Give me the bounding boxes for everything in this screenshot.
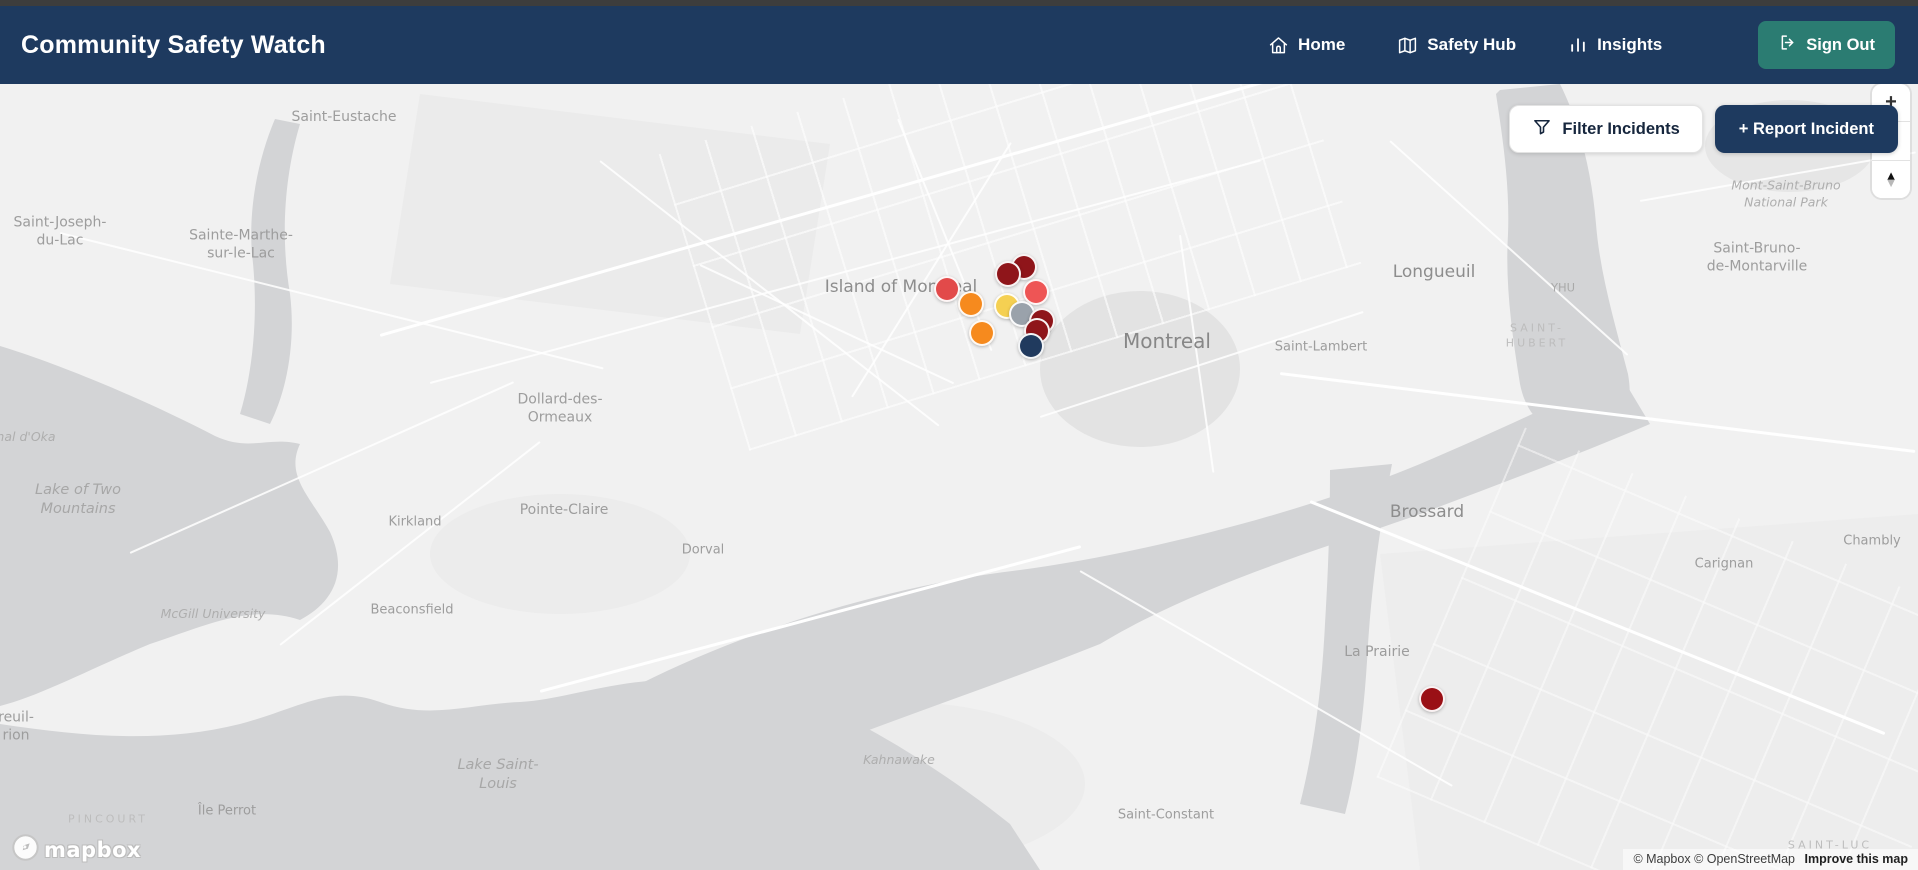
sign-out-button[interactable]: Sign Out <box>1758 21 1895 69</box>
improve-map-link[interactable]: Improve this map <box>1805 852 1909 866</box>
incident-marker[interactable] <box>969 320 995 346</box>
map-toolbar: Filter Incidents + Report Incident <box>1509 105 1898 153</box>
nav-item-safety-hub[interactable]: Safety Hub <box>1397 35 1516 56</box>
incident-marker[interactable] <box>1018 333 1044 359</box>
compass-button[interactable]: ▲ ▼ <box>1872 159 1910 198</box>
sign-out-icon <box>1778 33 1797 57</box>
page-title: Community Safety Watch <box>21 30 326 59</box>
report-incident-button[interactable]: + Report Incident <box>1714 105 1898 153</box>
mapbox-logo[interactable]: mapbox <box>12 834 141 866</box>
mapbox-attribution-link[interactable]: © Mapbox <box>1633 852 1690 866</box>
sign-out-label: Sign Out <box>1806 35 1875 54</box>
mapbox-logo-text: mapbox <box>44 838 142 862</box>
osm-attribution-link[interactable]: © OpenStreetMap <box>1694 852 1795 866</box>
home-icon <box>1268 35 1289 56</box>
mapbox-logo-icon <box>12 834 39 866</box>
map-canvas[interactable]: Saint-Eustache Saint-Joseph- du-Lac Sainte… <box>0 84 1918 870</box>
app-header: Community Safety Watch Home Safety Hub I… <box>0 6 1918 84</box>
nav-item-label: Home <box>1298 35 1346 54</box>
header-nav: Home Safety Hub Insights Sign Out <box>1268 21 1895 69</box>
incident-marker[interactable] <box>995 261 1021 287</box>
incident-marker[interactable] <box>1419 686 1445 712</box>
filter-incidents-label: Filter Incidents <box>1562 119 1680 138</box>
funnel-icon <box>1532 117 1552 142</box>
map-icon <box>1397 35 1418 56</box>
incident-marker[interactable] <box>934 276 960 302</box>
filter-incidents-button[interactable]: Filter Incidents <box>1509 105 1703 153</box>
nav-item-insights[interactable]: Insights <box>1568 35 1662 55</box>
bar-chart-icon <box>1568 35 1588 55</box>
nav-item-label: Safety Hub <box>1427 35 1517 54</box>
nav-item-label: Insights <box>1597 35 1663 54</box>
incident-marker[interactable] <box>958 291 984 317</box>
map-attribution: © Mapbox © OpenStreetMap Improve this ma… <box>1623 849 1918 870</box>
nav-item-home[interactable]: Home <box>1268 35 1345 56</box>
compass-icon: ▲ ▼ <box>1884 168 1898 191</box>
